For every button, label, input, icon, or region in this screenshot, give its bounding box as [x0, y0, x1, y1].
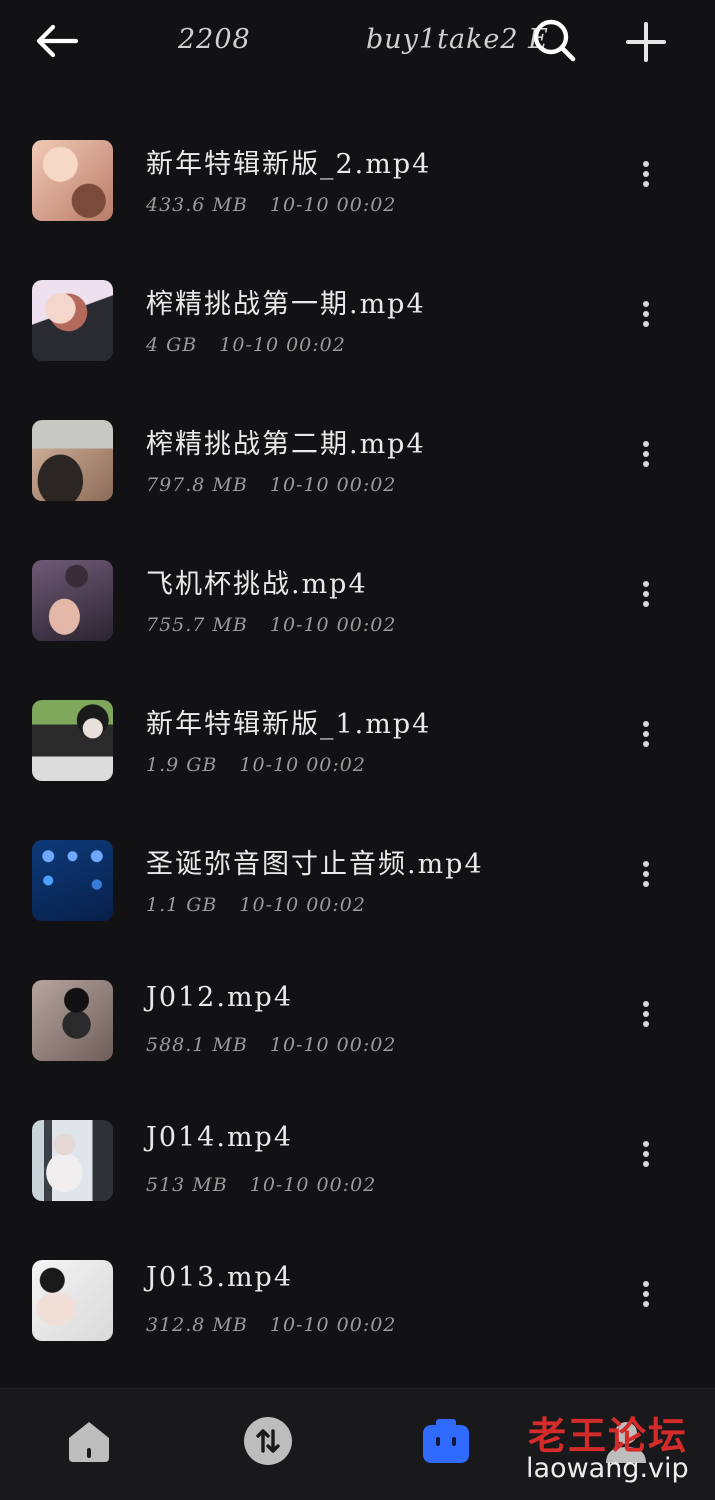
more-vertical-icon — [643, 301, 649, 307]
breadcrumb-item-current[interactable]: buy1take2 Ed — [366, 24, 548, 55]
top-bar: 2208 buy1take2 Ed — [0, 0, 715, 90]
file-date: 10-10 00:02 — [239, 894, 366, 916]
more-options-button[interactable] — [628, 156, 664, 192]
more-options-button[interactable] — [628, 296, 664, 332]
file-row[interactable]: 榨精挑战第二期.mp4 797.8 MB 10-10 00:02 — [0, 390, 715, 530]
video-thumbnail — [32, 420, 113, 501]
more-vertical-icon — [643, 161, 649, 167]
more-options-button[interactable] — [628, 996, 664, 1032]
file-date: 10-10 00:02 — [239, 754, 366, 776]
breadcrumb-item-parent[interactable]: 2208 — [178, 24, 251, 55]
search-icon — [533, 19, 576, 62]
transfer-icon — [244, 1417, 292, 1465]
file-name: 榨精挑战第一期.mp4 — [146, 289, 426, 320]
file-size: 4 GB — [146, 334, 198, 356]
video-thumbnail — [32, 840, 113, 921]
file-name: J013.mp4 — [146, 1262, 294, 1293]
file-date: 10-10 00:02 — [269, 1034, 397, 1056]
file-name: 榨精挑战第二期.mp4 — [146, 429, 426, 460]
file-date: 10-10 00:02 — [269, 1314, 397, 1336]
file-size: 588.1 MB — [146, 1034, 248, 1056]
more-vertical-icon — [643, 721, 649, 727]
home-icon — [69, 1422, 109, 1462]
file-name: 飞机杯挑战.mp4 — [146, 569, 368, 600]
file-meta: 797.8 MB 10-10 00:02 — [146, 474, 396, 496]
nav-files[interactable] — [416, 1411, 476, 1471]
watermark: 老王论坛 laowang.vip — [520, 1405, 710, 1495]
file-name: 新年特辑新版_1.mp4 — [146, 709, 432, 740]
file-row[interactable]: 飞机杯挑战.mp4 755.7 MB 10-10 00:02 — [0, 530, 715, 670]
file-row[interactable]: 榨精挑战第一期.mp4 4 GB 10-10 00:02 — [0, 250, 715, 390]
video-thumbnail — [32, 280, 113, 361]
more-options-button[interactable] — [628, 1136, 664, 1172]
more-options-button[interactable] — [628, 716, 664, 752]
nav-home[interactable] — [59, 1411, 119, 1471]
file-meta: 433.6 MB 10-10 00:02 — [146, 194, 396, 216]
file-meta: 755.7 MB 10-10 00:02 — [146, 614, 396, 636]
file-row[interactable]: J012.mp4 588.1 MB 10-10 00:02 — [0, 950, 715, 1090]
file-row[interactable]: 圣诞弥音图寸止音频.mp4 1.1 GB 10-10 00:02 — [0, 810, 715, 950]
file-meta: 1.1 GB 10-10 00:02 — [146, 894, 366, 916]
arrow-left-icon — [36, 24, 78, 58]
more-vertical-icon — [643, 441, 649, 447]
more-options-button[interactable] — [628, 576, 664, 612]
file-name: J012.mp4 — [146, 982, 294, 1013]
add-button[interactable] — [620, 16, 672, 68]
file-size: 513 MB — [146, 1174, 228, 1196]
video-thumbnail — [32, 700, 113, 781]
more-options-button[interactable] — [628, 1276, 664, 1312]
file-size: 1.9 GB — [146, 754, 218, 776]
more-vertical-icon — [643, 1141, 649, 1147]
watermark-url: laowang.vip — [526, 1453, 689, 1484]
watermark-title: 老王论坛 — [528, 1414, 689, 1458]
more-vertical-icon — [643, 581, 649, 587]
video-thumbnail — [32, 980, 113, 1061]
file-date: 10-10 00:02 — [269, 194, 397, 216]
plus-icon — [626, 22, 666, 62]
file-name: 圣诞弥音图寸止音频.mp4 — [146, 849, 484, 880]
file-size: 433.6 MB — [146, 194, 248, 216]
video-thumbnail — [32, 140, 113, 221]
more-options-button[interactable] — [628, 856, 664, 892]
file-name: 新年特辑新版_2.mp4 — [146, 149, 432, 180]
video-thumbnail — [32, 1260, 113, 1341]
files-icon — [423, 1419, 469, 1463]
file-meta: 513 MB 10-10 00:02 — [146, 1174, 376, 1196]
file-size: 312.8 MB — [146, 1314, 248, 1336]
file-size: 755.7 MB — [146, 614, 248, 636]
file-date: 10-10 00:02 — [219, 334, 346, 356]
file-row[interactable]: J014.mp4 513 MB 10-10 00:02 — [0, 1090, 715, 1230]
file-row[interactable]: J013.mp4 312.8 MB 10-10 00:02 — [0, 1230, 715, 1370]
file-row[interactable]: 新年特辑新版_1.mp4 1.9 GB 10-10 00:02 — [0, 670, 715, 810]
file-size: 797.8 MB — [146, 474, 248, 496]
file-date: 10-10 00:02 — [269, 614, 397, 636]
more-options-button[interactable] — [628, 436, 664, 472]
back-button[interactable] — [30, 18, 82, 64]
nav-transfer[interactable] — [238, 1411, 298, 1471]
more-vertical-icon — [643, 1281, 649, 1287]
search-button[interactable] — [530, 16, 580, 66]
file-meta: 588.1 MB 10-10 00:02 — [146, 1034, 396, 1056]
file-meta: 4 GB 10-10 00:02 — [146, 334, 346, 356]
file-date: 10-10 00:02 — [269, 474, 397, 496]
more-vertical-icon — [643, 1001, 649, 1007]
video-thumbnail — [32, 1120, 113, 1201]
file-row[interactable]: 新年特辑新版_2.mp4 433.6 MB 10-10 00:02 — [0, 110, 715, 250]
file-meta: 312.8 MB 10-10 00:02 — [146, 1314, 396, 1336]
breadcrumb: 2208 buy1take2 Ed — [178, 22, 548, 62]
file-name: J014.mp4 — [146, 1122, 294, 1153]
video-thumbnail — [32, 560, 113, 641]
more-vertical-icon — [643, 861, 649, 867]
file-date: 10-10 00:02 — [249, 1174, 377, 1196]
file-size: 1.1 GB — [146, 894, 218, 916]
file-meta: 1.9 GB 10-10 00:02 — [146, 754, 366, 776]
